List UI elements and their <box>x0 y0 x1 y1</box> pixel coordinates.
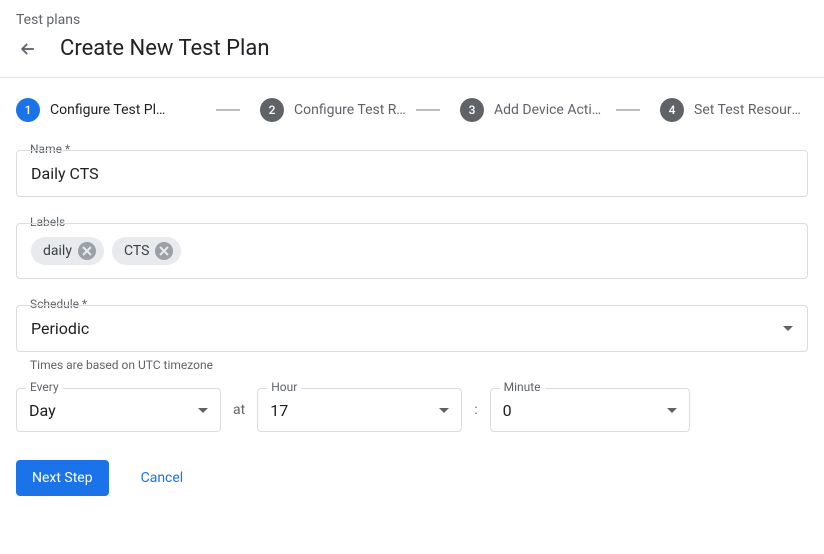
stepper: 1 Configure Test Pl… 2 Configure Test Ru… <box>16 98 808 122</box>
page-header: Create New Test Plan <box>0 32 824 77</box>
every-label: Every <box>26 380 63 394</box>
name-input[interactable] <box>31 164 793 183</box>
chip-remove-icon[interactable] <box>155 242 173 260</box>
step-4[interactable]: 4 Set Test Resourc… <box>616 98 808 122</box>
minute-field-wrap: Minute 0 <box>490 388 690 432</box>
step-1[interactable]: 1 Configure Test Pl… <box>16 98 208 122</box>
step-4-circle: 4 <box>660 98 684 122</box>
chevron-down-icon <box>667 408 677 413</box>
step-connector-icon <box>216 109 240 111</box>
chevron-down-icon <box>783 326 793 331</box>
step-1-label: Configure Test Pl… <box>50 102 165 118</box>
label-chip-daily: daily <box>31 237 104 265</box>
every-select[interactable]: Day <box>16 388 221 432</box>
hour-label: Hour <box>267 380 301 394</box>
hour-value: 17 <box>270 401 288 420</box>
every-field-wrap: Every Day <box>16 388 221 432</box>
chevron-down-icon <box>198 408 208 413</box>
step-3-label: Add Device Actio… <box>494 102 608 118</box>
schedule-period-row: Every Day at Hour 17 : Minute 0 <box>16 388 808 432</box>
name-field[interactable] <box>16 150 808 197</box>
step-2-label: Configure Test Ru… <box>294 102 408 118</box>
actions-row: Next Step Cancel <box>16 460 808 496</box>
step-connector-icon <box>616 109 640 111</box>
step-4-label: Set Test Resourc… <box>694 102 808 118</box>
labels-field[interactable]: daily CTS <box>16 223 808 279</box>
step-1-circle: 1 <box>16 98 40 122</box>
at-separator: at <box>233 402 245 418</box>
colon-separator: : <box>474 402 477 418</box>
step-connector-icon <box>416 109 440 111</box>
chip-text: daily <box>43 243 72 259</box>
step-3-circle: 3 <box>460 98 484 122</box>
hour-field-wrap: Hour 17 <box>257 388 462 432</box>
cancel-button[interactable]: Cancel <box>141 470 184 486</box>
page-title: Create New Test Plan <box>60 36 270 61</box>
label-chip-cts: CTS <box>112 237 181 265</box>
labels-field-wrap: Labels daily CTS <box>16 223 808 279</box>
step-2-circle: 2 <box>260 98 284 122</box>
step-3[interactable]: 3 Add Device Actio… <box>416 98 608 122</box>
name-field-wrap: Name * <box>16 150 808 197</box>
minute-value: 0 <box>503 401 512 420</box>
chip-remove-icon[interactable] <box>78 242 96 260</box>
schedule-select[interactable]: Periodic <box>16 305 808 352</box>
chip-text: CTS <box>124 243 149 259</box>
hour-select[interactable]: 17 <box>257 388 462 432</box>
step-2[interactable]: 2 Configure Test Ru… <box>216 98 408 122</box>
schedule-hint: Times are based on UTC timezone <box>16 358 808 372</box>
schedule-value: Periodic <box>31 319 89 338</box>
minute-select[interactable]: 0 <box>490 388 690 432</box>
schedule-field-wrap: Schedule * Periodic <box>16 305 808 352</box>
every-value: Day <box>29 401 56 420</box>
back-arrow-icon[interactable] <box>16 37 40 61</box>
minute-label: Minute <box>500 380 545 394</box>
breadcrumb: Test plans <box>0 0 824 32</box>
chevron-down-icon <box>439 408 449 413</box>
next-step-button[interactable]: Next Step <box>16 460 109 496</box>
